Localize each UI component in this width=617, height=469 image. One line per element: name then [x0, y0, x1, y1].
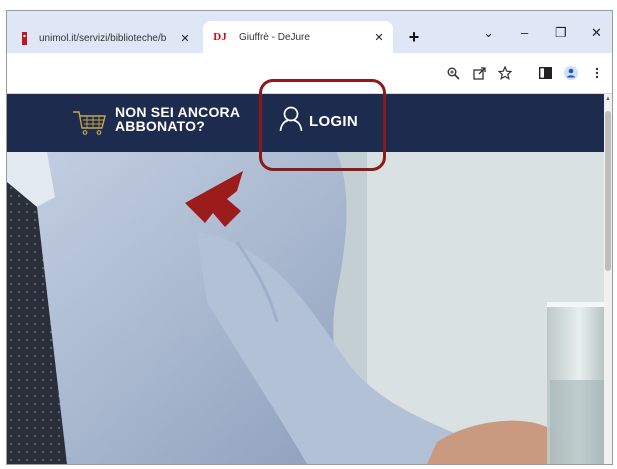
login-highlight-box: [259, 79, 386, 171]
profile-icon[interactable]: [563, 65, 579, 81]
new-tab-button[interactable]: +: [403, 27, 425, 49]
red-flag-icon: [19, 31, 31, 45]
zoom-icon[interactable]: [445, 65, 461, 81]
tab-dejure[interactable]: DJ Giuffrè - DeJure ✕: [203, 21, 393, 53]
more-menu-icon[interactable]: [589, 65, 605, 81]
restore-button[interactable]: ❐: [555, 25, 567, 41]
browser-window: unimol.it/servizi/biblioteche/b ✕ DJ Giu…: [6, 10, 613, 465]
close-icon[interactable]: ✕: [177, 32, 193, 45]
not-subscribed-line1: NON SEI ANCORA: [115, 104, 241, 120]
chevron-down-icon[interactable]: ⌄: [483, 25, 494, 41]
not-subscribed-link[interactable]: NON SEI ANCORA ABBONATO?: [115, 105, 240, 133]
scrollbar-thumb[interactable]: [605, 111, 611, 271]
share-icon[interactable]: [471, 65, 487, 81]
sidebar-icon[interactable]: [537, 65, 553, 81]
scroll-up-arrow[interactable]: ▲: [604, 96, 612, 104]
shopping-cart-icon[interactable]: [71, 109, 109, 137]
close-icon[interactable]: ✕: [371, 31, 387, 44]
tab-unimol[interactable]: unimol.it/servizi/biblioteche/b ✕: [13, 23, 199, 53]
hero-image: [7, 152, 612, 464]
red-arrow-icon: [185, 171, 243, 227]
tab-label: Giuffrè - DeJure: [239, 31, 310, 43]
close-window-button[interactable]: ✕: [591, 25, 602, 41]
minimize-button[interactable]: –: [521, 25, 528, 40]
dejure-favicon: DJ: [213, 31, 227, 43]
not-subscribed-line2: ABBONATO?: [115, 118, 205, 134]
tab-label: unimol.it/servizi/biblioteche/b: [39, 32, 167, 44]
tab-strip: unimol.it/servizi/biblioteche/b ✕ DJ Giu…: [7, 11, 612, 53]
bookmark-star-icon[interactable]: [497, 65, 513, 81]
